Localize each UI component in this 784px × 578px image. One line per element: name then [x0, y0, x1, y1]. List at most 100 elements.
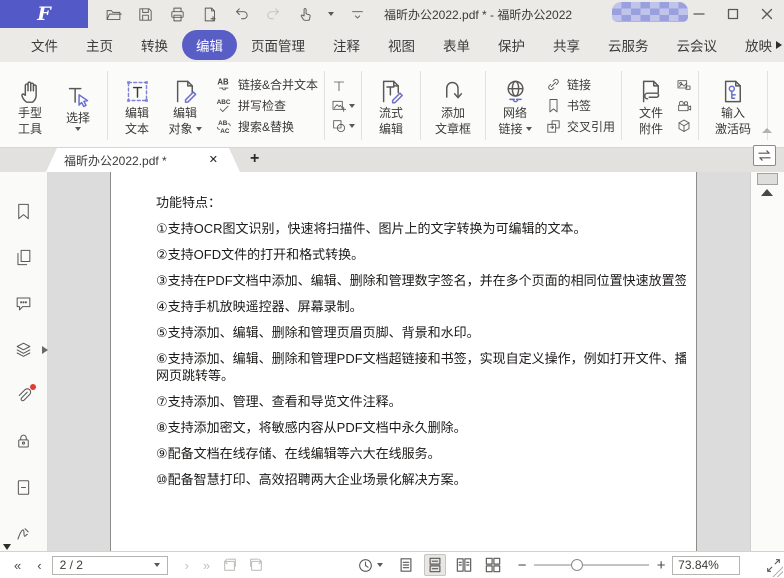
- flow-edit-button[interactable]: 流式 编辑: [368, 75, 414, 136]
- maximize-button[interactable]: [716, 0, 750, 28]
- auto-scroll-button[interactable]: [358, 558, 383, 573]
- document-view-area[interactable]: 功能特点： ①支持OCR图文识别，快速将扫描件、图片上的文字转换为可编辑的文本。…: [48, 172, 750, 551]
- bookmarks-panel-icon[interactable]: [14, 202, 33, 221]
- auto-scroll-dropdown-caret[interactable]: [377, 563, 383, 567]
- facing-continuous-icon[interactable]: [482, 554, 504, 576]
- pdf-page[interactable]: 功能特点： ①支持OCR图文识别，快速将扫描件、图片上的文字转换为可编辑的文本。…: [110, 172, 697, 551]
- layers-panel-icon[interactable]: [14, 340, 33, 359]
- insert-video-button[interactable]: [676, 98, 692, 114]
- tab-protect[interactable]: 保护: [484, 30, 539, 60]
- new-tab-button[interactable]: +: [250, 150, 259, 168]
- scrollbar-thumb[interactable]: [757, 173, 778, 185]
- bookmark-button[interactable]: 书签: [545, 97, 615, 114]
- flow-edit-icon: [378, 78, 405, 105]
- sidebar-more-arrow-icon[interactable]: [3, 544, 11, 550]
- doc-line: ①支持OCR图文识别，快速将扫描件、图片上的文字转换为可编辑的文本。: [156, 222, 686, 235]
- tab-edit[interactable]: 编辑: [182, 30, 237, 60]
- document-tab[interactable]: 福昕办公2022.pdf * ✕: [46, 148, 240, 172]
- titlebar: F 福昕办公2022.pdf * - 福昕办公2022: [0, 0, 784, 28]
- tab-comment[interactable]: 注释: [319, 30, 374, 60]
- comments-panel-icon[interactable]: [14, 294, 33, 313]
- search-replace-button[interactable]: ABAC 搜索&替换: [216, 118, 318, 135]
- select-dropdown-caret: [75, 127, 81, 131]
- zoom-level-input[interactable]: 73.84%: [672, 556, 740, 575]
- collapse-ribbon-chevron-icon[interactable]: [762, 128, 772, 133]
- undo-icon[interactable]: [232, 5, 250, 23]
- tab-page-management[interactable]: 页面管理: [237, 30, 319, 60]
- pages-panel-icon[interactable]: [14, 248, 33, 267]
- tab-convert[interactable]: 转换: [127, 30, 182, 60]
- first-page-icon[interactable]: «: [14, 558, 19, 573]
- tab-view[interactable]: 视图: [374, 30, 429, 60]
- link-button[interactable]: 链接: [545, 76, 615, 93]
- open-icon[interactable]: [104, 5, 122, 23]
- print-icon[interactable]: [168, 5, 186, 23]
- zoom-slider-track[interactable]: [534, 564, 649, 566]
- doc-line: ⑤支持添加、编辑、删除和管理页眉页脚、背景和水印。: [156, 326, 686, 339]
- tab-cloud-service[interactable]: 云服务: [594, 30, 663, 60]
- doc-heading: 功能特点：: [156, 196, 686, 209]
- attachments-panel-icon[interactable]: [14, 386, 33, 405]
- ribbon-toolbar: 手型 工具 选择 编辑 文本 编辑 对象 AB: [0, 62, 784, 148]
- add-article-box-button[interactable]: 添加 文章框: [427, 75, 479, 136]
- prev-page-icon[interactable]: ‹: [37, 558, 39, 573]
- edit-text-button[interactable]: 编辑 文本: [114, 75, 160, 136]
- continuous-icon[interactable]: [424, 554, 446, 576]
- zoom-in-icon[interactable]: +: [655, 557, 667, 574]
- page-number-input[interactable]: 2 / 2: [52, 556, 168, 575]
- doc-line: ④支持手机放映遥控器、屏幕录制。: [156, 300, 686, 313]
- toggle-panels-icon[interactable]: [753, 145, 776, 166]
- new-document-icon[interactable]: [200, 5, 218, 23]
- activation-code-button[interactable]: 输入 激活码: [705, 75, 761, 136]
- account-name-redacted[interactable]: [612, 2, 688, 22]
- next-page-icon[interactable]: ›: [185, 558, 187, 573]
- tab-share[interactable]: 共享: [539, 30, 594, 60]
- redo-icon[interactable]: [264, 5, 282, 23]
- customize-toolbar-icon[interactable]: [348, 5, 366, 23]
- svg-text:AB: AB: [218, 120, 228, 127]
- hand-pointer-icon[interactable]: [296, 5, 314, 23]
- next-view-icon[interactable]: [248, 557, 264, 573]
- window-controls: [682, 0, 784, 28]
- add-shapes-button[interactable]: [331, 118, 355, 134]
- minimize-button[interactable]: [682, 0, 716, 28]
- window-resize-grip[interactable]: [771, 565, 783, 577]
- zoom-out-icon[interactable]: −: [516, 557, 528, 574]
- app-logo[interactable]: F: [0, 0, 88, 28]
- insert-image-annotation-button[interactable]: [676, 78, 692, 94]
- zoom-slider-handle[interactable]: [571, 559, 583, 571]
- destinations-panel-icon[interactable]: [14, 478, 33, 497]
- signature-panel-icon[interactable]: [14, 524, 33, 543]
- file-attachment-button[interactable]: 文件 附件: [628, 75, 674, 136]
- facing-icon[interactable]: [453, 554, 475, 576]
- zoom-slider[interactable]: [534, 558, 649, 572]
- tab-overflow-arrow-icon[interactable]: [776, 41, 782, 49]
- last-page-icon[interactable]: »: [203, 558, 208, 573]
- web-link-button[interactable]: 网络 链接: [492, 75, 538, 136]
- single-page-icon[interactable]: [395, 554, 417, 576]
- tab-file[interactable]: 文件: [17, 30, 72, 60]
- tab-home[interactable]: 主页: [72, 30, 127, 60]
- cross-reference-button[interactable]: 交叉引用: [545, 118, 615, 135]
- tab-form[interactable]: 表单: [429, 30, 484, 60]
- edit-text-icon: [124, 78, 151, 105]
- insert-3d-button[interactable]: [676, 118, 692, 134]
- prev-view-icon[interactable]: [222, 557, 238, 573]
- close-button[interactable]: [750, 0, 784, 28]
- tab-close-icon[interactable]: ✕: [209, 153, 218, 166]
- save-icon[interactable]: [136, 5, 154, 23]
- spell-check-button[interactable]: ABC 拼写检查: [216, 97, 318, 114]
- page-dropdown-caret[interactable]: [154, 563, 160, 567]
- edit-object-button[interactable]: 编辑 对象: [162, 75, 208, 136]
- security-panel-icon[interactable]: [14, 432, 33, 451]
- svg-text:ABC: ABC: [217, 99, 231, 106]
- vertical-scrollbar[interactable]: [750, 172, 784, 551]
- add-text-button[interactable]: [331, 78, 355, 94]
- hand-tool-button[interactable]: 手型 工具: [7, 75, 53, 136]
- link-merge-text-button[interactable]: AB 链接&合并文本: [216, 76, 318, 93]
- scroll-up-arrow-icon[interactable]: [761, 189, 773, 196]
- tab-cloud-meeting[interactable]: 云会议: [663, 30, 732, 60]
- add-image-button[interactable]: [331, 98, 355, 114]
- hand-pointer-dropdown-caret[interactable]: [328, 12, 334, 16]
- select-tool-button[interactable]: 选择: [55, 80, 101, 130]
